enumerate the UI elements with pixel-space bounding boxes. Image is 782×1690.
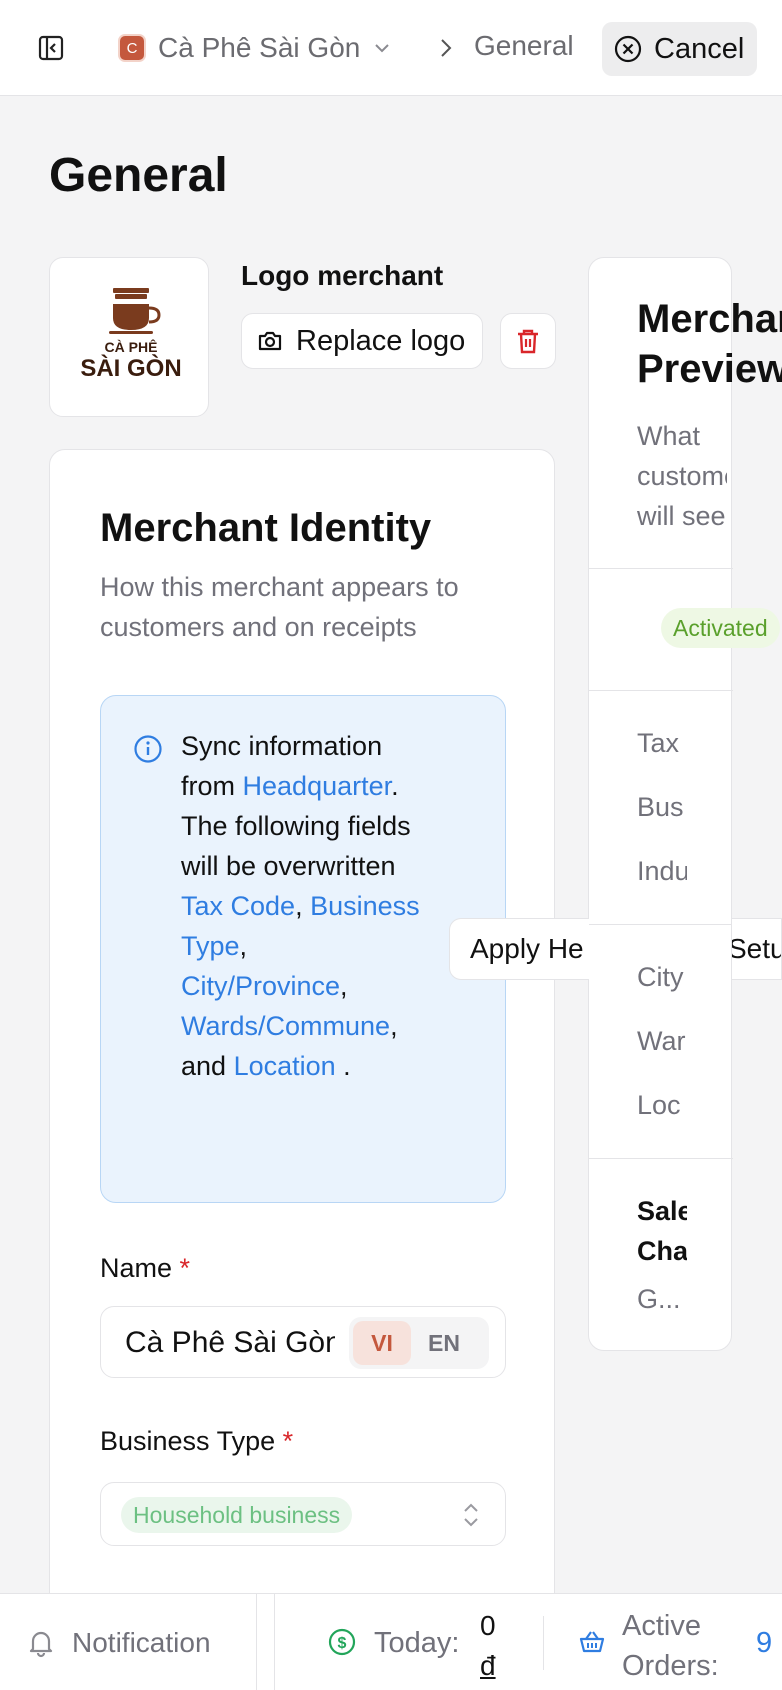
preview-sales-heading-1: Sale — [637, 1196, 687, 1226]
field-link-tax-code: Tax Code — [181, 891, 296, 921]
merchant-switcher[interactable]: C Cà Phê Sài Gòn — [118, 28, 392, 68]
sync-info-alert: Sync information from Headquarter. The f… — [100, 695, 506, 1203]
bell-icon — [29, 1631, 53, 1657]
preview-sales-heading-2: Cha — [637, 1236, 687, 1266]
preview-title-line1: Merchant — [637, 297, 782, 341]
logo-text-line2: SÀI GÒN — [80, 354, 181, 382]
trash-icon — [518, 329, 538, 354]
today-revenue: 0đ — [480, 1606, 506, 1686]
info-text-sep: , — [239, 931, 248, 961]
divider — [589, 568, 733, 569]
preview-row-city: City — [637, 962, 684, 992]
apply-headquarter-button[interactable]: Apply He — [449, 918, 589, 980]
merchant-logo: CÀ PHÊ SÀI GÒN — [49, 257, 209, 417]
preview-row-location: Loc — [637, 1090, 681, 1120]
active-orders-count[interactable]: 9 — [756, 1627, 772, 1660]
svg-text:$: $ — [338, 1635, 347, 1652]
delete-logo-button[interactable] — [500, 313, 556, 369]
business-type-select[interactable]: Household business — [100, 1482, 506, 1546]
notification-button[interactable]: Notification — [26, 1594, 211, 1690]
replace-logo-label: Replace logo — [296, 324, 466, 357]
preview-sales-value: G... — [637, 1284, 681, 1314]
divider — [589, 690, 733, 691]
lang-vi-button[interactable]: VI — [353, 1321, 411, 1365]
separator — [274, 1594, 275, 1690]
bottom-status-bar: Notification $ Today: 0đ Active Orders: … — [0, 1593, 782, 1690]
preview-title-line2: Preview — [637, 347, 782, 391]
merchant-preview-card: Merchant Preview What customers will see… — [588, 257, 782, 1351]
today-currency: đ — [480, 1650, 496, 1681]
notification-label: Notification — [72, 1626, 211, 1658]
close-circle-icon — [614, 35, 642, 63]
required-mark: * — [179, 1253, 191, 1283]
name-field[interactable]: Cà Phê Sài Gòn VI EN — [100, 1306, 506, 1378]
identity-title: Merchant Identity — [100, 506, 432, 550]
camera-icon — [258, 331, 282, 351]
today-amount: 0 — [480, 1610, 496, 1641]
name-field-label: Name * — [100, 1253, 190, 1284]
coffee-logo-image: CÀ PHÊ SÀI GÒN — [80, 288, 182, 382]
preview-title: Merchant Preview — [637, 294, 782, 394]
top-bar: C Cà Phê Sài Gòn General Cancel — [0, 0, 782, 96]
cancel-button[interactable]: Cancel — [602, 22, 757, 76]
merchant-name: Cà Phê Sài Gòn — [158, 32, 361, 63]
info-text-sep: , — [340, 971, 348, 1001]
info-text-sep: , — [295, 891, 311, 921]
chevron-down-icon — [375, 44, 390, 53]
field-link-location: Location — [233, 1051, 336, 1081]
sync-info-text: Sync information from Headquarter. The f… — [181, 726, 421, 1086]
basket-icon — [579, 1631, 605, 1653]
preview-row-tax: Tax — [637, 728, 680, 758]
divider — [589, 1158, 733, 1159]
replace-logo-button[interactable]: Replace logo — [241, 313, 483, 369]
active-orders-label: Active Orders: — [622, 1610, 719, 1682]
logo-heading: Logo merchant — [241, 260, 444, 291]
cancel-label: Cancel — [654, 32, 745, 65]
identity-subtitle: How this merchant appears to customers a… — [100, 572, 459, 642]
logo-text-line1: CÀ PHÊ — [105, 338, 158, 355]
breadcrumb-current: General — [474, 30, 574, 61]
merchant-identity-card: Merchant Identity How this merchant appe… — [49, 449, 555, 1690]
name-input-value[interactable]: Cà Phê Sài Gòn — [125, 1326, 335, 1360]
business-type-chip: Household business — [121, 1497, 353, 1533]
business-type-label: Business Type * — [100, 1426, 293, 1457]
today-label: Today: — [374, 1627, 460, 1659]
separator — [543, 1616, 544, 1670]
merchant-avatar: C — [118, 34, 146, 62]
preview-row-ward: War — [637, 1026, 686, 1056]
status-badge: Activated — [661, 608, 780, 648]
lang-en-button[interactable]: EN — [415, 1321, 473, 1365]
chevron-up-down-icon — [464, 1503, 478, 1527]
dollar-circle-icon: $ — [328, 1628, 356, 1656]
apply-button-label: Apply He — [470, 933, 584, 964]
sidebar-toggle-icon[interactable] — [36, 33, 66, 63]
field-link-city-province: City/Province — [181, 971, 341, 1001]
name-label-text: Name — [100, 1253, 173, 1283]
headquarter-link[interactable]: Headquarter — [243, 771, 392, 801]
info-icon — [134, 735, 162, 763]
apply-tail-label: Setu — [732, 933, 781, 964]
preview-row-industry: Indu — [637, 856, 687, 886]
business-type-label-text: Business Type — [100, 1426, 276, 1456]
language-switch: VI EN — [349, 1317, 489, 1369]
field-link-wards-commune: Wards/Commune — [181, 1011, 391, 1041]
preview-row-business: Bus — [637, 792, 684, 822]
preview-subtitle: What customers will see — [637, 421, 727, 531]
required-mark: * — [282, 1426, 294, 1456]
apply-setup-button[interactable]: Setu — [732, 918, 782, 980]
info-text-end: . — [335, 1051, 351, 1081]
page-title: General — [49, 149, 228, 202]
divider — [589, 924, 733, 925]
chevron-right-icon — [441, 39, 452, 57]
separator — [256, 1594, 257, 1690]
